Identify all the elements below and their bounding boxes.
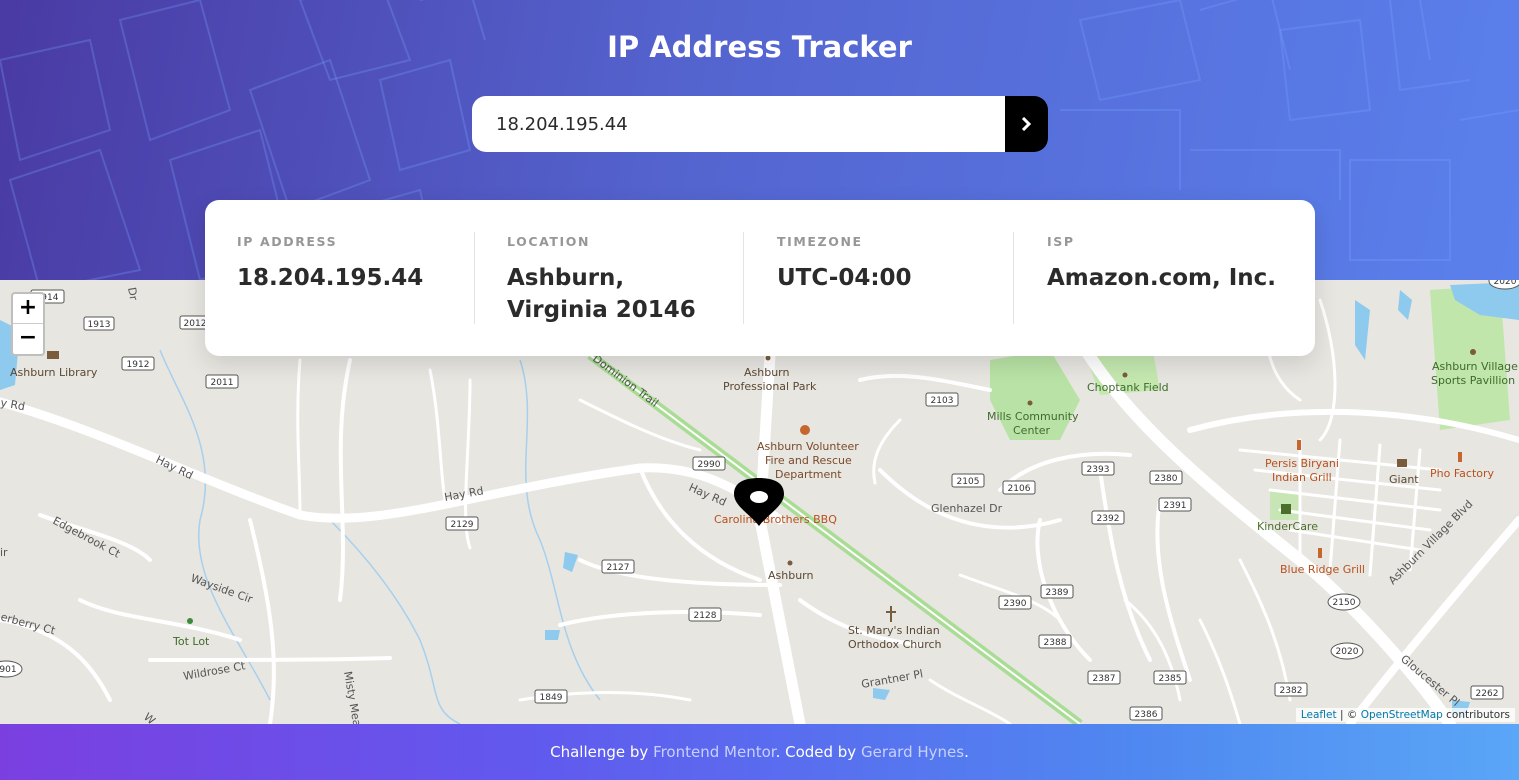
route-shield: 2388: [1044, 638, 1067, 648]
route-shield: 2262: [1476, 689, 1499, 699]
route-shield: 2391: [1164, 501, 1187, 511]
author-link[interactable]: Gerard Hynes: [861, 743, 964, 761]
route-shield: 2386: [1135, 710, 1158, 720]
route-shield: 2385: [1159, 674, 1182, 684]
zoom-control: + −: [11, 292, 45, 356]
info-value: 18.204.195.44: [237, 265, 424, 291]
map-label: Tot Lot: [172, 635, 210, 648]
map-label: Center: [1013, 424, 1051, 437]
route-shield: 2106: [1008, 484, 1031, 494]
map-label: Sports Pavillion: [1431, 374, 1515, 387]
route-shield: 2390: [1004, 599, 1027, 609]
attribution-sep: | ©: [1336, 709, 1361, 721]
info-label: ISP: [1047, 234, 1075, 249]
footer: Challenge by Frontend Mentor. Coded by G…: [0, 724, 1519, 780]
map-label: Blue Ridge Grill: [1280, 563, 1365, 576]
route-shield: 2380: [1155, 474, 1178, 484]
route-shield: 2150: [1333, 598, 1356, 608]
attribution-contrib: contributors: [1442, 709, 1510, 721]
info-label: LOCATION: [507, 234, 591, 249]
map-label: Ashburn Volunteer: [757, 440, 859, 453]
info-value: Ashburn, Virginia 20146: [507, 265, 696, 323]
map-label: KinderCare: [1257, 520, 1318, 533]
footer-middle: . Coded by: [775, 743, 861, 761]
info-label: TIMEZONE: [777, 234, 863, 249]
info-isp: ISP Amazon.com, Inc.: [1015, 232, 1305, 324]
route-shield: 2392: [1097, 514, 1120, 524]
map-label: Carolina Brothers BBQ: [714, 513, 837, 526]
route-shield: 1912: [127, 360, 150, 370]
map-label: Indian Grill: [1272, 471, 1332, 484]
footer-suffix: .: [964, 743, 969, 761]
map-label: Orthodox Church: [848, 638, 942, 651]
info-ip-address: IP ADDRESS 18.204.195.44: [205, 232, 475, 324]
route-shield: 2011: [211, 378, 234, 388]
map-label: Fire and Rescue: [765, 454, 852, 467]
info-label: IP ADDRESS: [237, 234, 338, 249]
page-title: IP Address Tracker: [607, 30, 912, 64]
route-shield: 2012: [184, 319, 207, 329]
route-shield: 2105: [957, 477, 980, 487]
route-shield: 901: [0, 665, 17, 675]
map-label: Glenhazel Dr: [931, 502, 1003, 515]
ip-search-input[interactable]: [472, 96, 1005, 152]
zoom-in-button[interactable]: +: [13, 294, 43, 324]
ip-info-card: IP ADDRESS 18.204.195.44 LOCATION Ashbur…: [205, 200, 1315, 356]
chevron-right-icon: [1021, 117, 1032, 131]
route-shield: 2129: [451, 520, 474, 530]
frontend-mentor-link[interactable]: Frontend Mentor: [653, 743, 776, 761]
route-shield: 2382: [1280, 686, 1303, 696]
map-label: ir: [0, 546, 8, 559]
route-shield: 2387: [1093, 674, 1116, 684]
map-label: St. Mary's Indian: [848, 624, 940, 637]
route-shield: 2020: [1494, 280, 1517, 287]
footer-prefix: Challenge by: [550, 743, 654, 761]
search-form: [472, 96, 1048, 152]
route-shield: 2103: [931, 396, 954, 406]
divider: [743, 232, 744, 324]
zoom-out-button[interactable]: −: [13, 324, 43, 354]
route-shield: 1849: [540, 693, 563, 703]
map-label: Professional Park: [723, 380, 817, 393]
map-attribution: Leaflet | © OpenStreetMap contributors: [1295, 708, 1515, 722]
map-label: Mills Community: [987, 410, 1079, 423]
divider: [1013, 232, 1014, 324]
route-shield: 2127: [607, 563, 630, 573]
info-timezone: TIMEZONE UTC-04:00: [745, 232, 1015, 324]
route-shield: 2990: [698, 460, 721, 470]
map-label: Ashburn: [744, 366, 790, 379]
map-label: Choptank Field: [1087, 381, 1169, 394]
map-label: Giant: [1389, 473, 1419, 486]
route-shield: 1913: [88, 320, 111, 330]
info-location: LOCATION Ashburn, Virginia 20146: [475, 232, 745, 324]
info-value: Amazon.com, Inc.: [1047, 265, 1277, 291]
map-label: Pho Factory: [1430, 467, 1495, 480]
route-shield: 2393: [1087, 465, 1110, 475]
info-value: UTC-04:00: [777, 265, 912, 291]
map-label: Ashburn: [768, 569, 814, 582]
osm-link[interactable]: OpenStreetMap: [1361, 709, 1443, 721]
map-label: Ashburn Library: [10, 366, 98, 379]
route-shield: 2389: [1046, 588, 1069, 598]
map-label: Department: [775, 468, 842, 481]
leaflet-link[interactable]: Leaflet: [1301, 709, 1337, 721]
route-shield: 2020: [1336, 647, 1359, 657]
map-label: Persis Biryani: [1265, 457, 1339, 470]
search-submit-button[interactable]: [1005, 96, 1048, 152]
map-label: Ashburn Village: [1432, 360, 1518, 373]
route-shield: 2128: [694, 611, 717, 621]
